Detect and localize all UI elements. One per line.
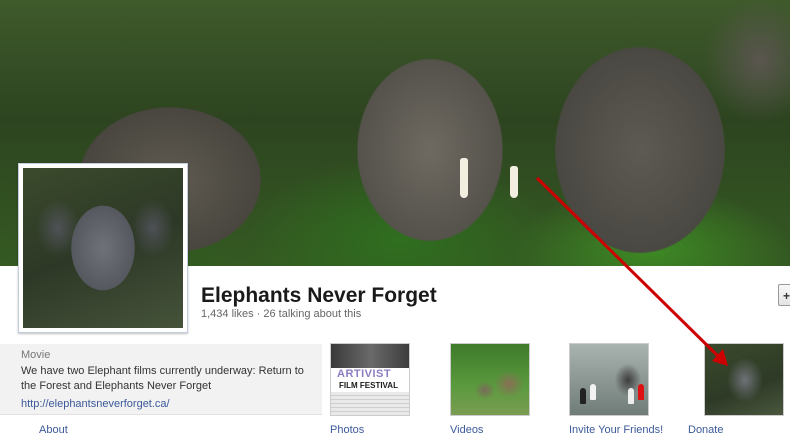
about-heading: Movie (21, 349, 51, 361)
about-box[interactable]: Movie We have two Elephant films current… (0, 344, 322, 415)
videos-thumbnail[interactable] (450, 343, 530, 416)
donate-thumbnail[interactable] (704, 343, 784, 416)
person-figure (580, 388, 586, 404)
tab-donate[interactable]: Donate (688, 424, 723, 436)
poster-photo-strip (331, 344, 409, 368)
invite-friends-thumbnail[interactable] (569, 343, 649, 416)
person-figure (628, 388, 634, 404)
page-stats: 1,434 likes · 26 talking about this (201, 308, 362, 320)
page-title[interactable]: Elephants Never Forget (201, 284, 437, 308)
profile-picture[interactable] (18, 163, 188, 333)
elephant-tusk (460, 158, 468, 198)
tab-about[interactable]: About (39, 424, 68, 436)
person-figure (590, 384, 596, 400)
profile-photo-baby-elephant (23, 168, 183, 328)
poster-title: ARTIVIST (337, 368, 392, 380)
website-link[interactable]: http://elephantsneverforget.ca/ (21, 398, 170, 410)
tab-photos[interactable]: Photos (330, 424, 364, 436)
poster-fine-print (331, 392, 409, 415)
elephant-tusk (510, 166, 518, 198)
tab-invite-friends[interactable]: Invite Your Friends! (569, 424, 663, 436)
poster-subtitle: FILM FESTIVAL (339, 381, 398, 390)
tab-videos[interactable]: Videos (450, 424, 483, 436)
about-description: We have two Elephant films currently und… (21, 365, 304, 392)
like-button[interactable]: + (778, 284, 790, 306)
photos-thumbnail[interactable]: ARTIVIST FILM FESTIVAL (330, 343, 410, 416)
person-figure (638, 384, 644, 400)
